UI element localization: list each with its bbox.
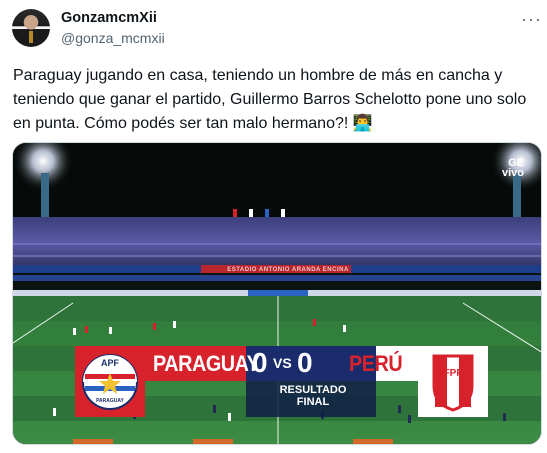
paraguay-badge-icon: APF PARAGUAY bbox=[75, 346, 145, 417]
away-badge-label: FPF bbox=[444, 368, 463, 379]
scoreboard: APF PARAGUAY PARAGUAY 0 VS 0 PERÚ RESULT… bbox=[75, 346, 488, 417]
away-score: 0 bbox=[297, 347, 313, 378]
match-status: RESULTADO FINAL bbox=[279, 384, 347, 408]
author-name[interactable]: GonzamcmXii bbox=[61, 10, 157, 26]
away-team-name: PERÚ bbox=[349, 351, 403, 376]
author-avatar[interactable] bbox=[12, 9, 50, 47]
home-score: 0 bbox=[252, 347, 268, 378]
more-options-icon[interactable]: ··· bbox=[521, 9, 542, 30]
tweet-card: GonzamcmXii @gonza_mcmxii ··· Paraguay j… bbox=[0, 0, 547, 453]
vs-label: VS bbox=[273, 355, 292, 371]
home-badge-label: APF bbox=[101, 358, 120, 368]
home-badge-sublabel: PARAGUAY bbox=[96, 398, 124, 404]
tweet-media-image[interactable]: ESTADIO ANTONIO ARANDA ENCINA GE vivo AP… bbox=[12, 142, 542, 445]
broadcaster-watermark: GE vivo bbox=[501, 157, 524, 179]
home-team-name: PARAGUAY bbox=[153, 351, 260, 376]
peru-badge-icon: FPF bbox=[418, 346, 488, 417]
author-handle[interactable]: @gonza_mcmxii bbox=[61, 30, 165, 46]
stadium-banner-text: ESTADIO ANTONIO ARANDA ENCINA bbox=[227, 267, 349, 273]
tweet-text: Paraguay jugando en casa, teniendo un ho… bbox=[13, 67, 527, 132]
